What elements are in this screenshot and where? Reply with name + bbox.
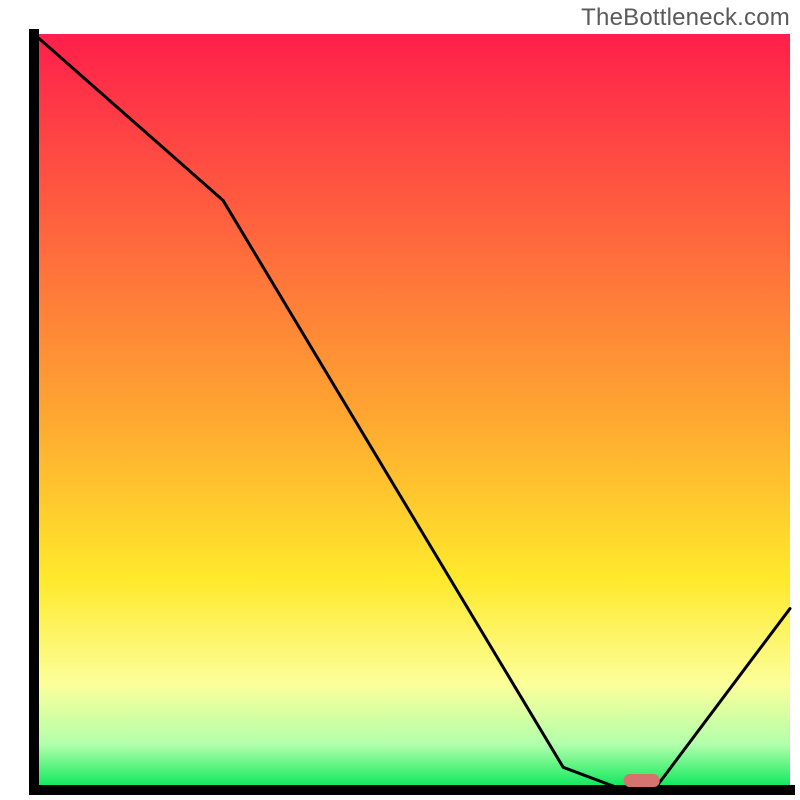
plot-background [34,34,790,790]
optimal-marker [624,774,660,787]
watermark-text: TheBottleneck.com [581,4,790,32]
plot-svg [0,0,800,800]
bottleneck-chart: TheBottleneck.com [0,0,800,800]
